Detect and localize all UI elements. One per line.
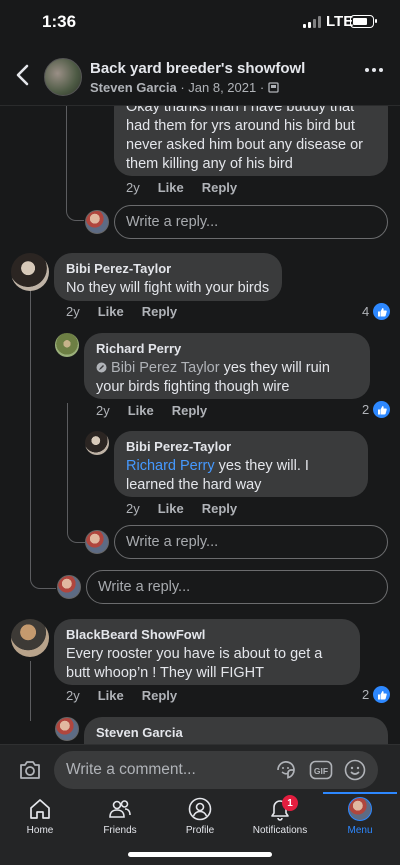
reply-input[interactable]: Write a reply... bbox=[86, 570, 388, 604]
reply-button[interactable]: Reply bbox=[142, 304, 177, 319]
group-avatar[interactable] bbox=[44, 58, 82, 96]
comment-bubble[interactable]: Okay thanks man I have buddy that had th… bbox=[114, 106, 388, 176]
notification-badge: 1 bbox=[282, 795, 298, 811]
comment-actions: 2y Like Reply bbox=[126, 501, 237, 516]
gif-icon[interactable]: GIF bbox=[309, 758, 333, 782]
sticker-icon[interactable] bbox=[274, 758, 298, 782]
avatar[interactable] bbox=[55, 333, 79, 357]
more-options-icon[interactable] bbox=[365, 68, 383, 72]
comment-age: 2y bbox=[66, 688, 80, 703]
reply-button[interactable]: Reply bbox=[202, 501, 237, 516]
reply-button[interactable]: Reply bbox=[142, 688, 177, 703]
commenter-name[interactable]: Steven Garcia bbox=[96, 725, 376, 740]
menu-avatar-icon bbox=[348, 797, 372, 821]
comment-age: 2y bbox=[66, 304, 80, 319]
audience-icon bbox=[268, 82, 279, 93]
tab-menu[interactable]: Menu bbox=[320, 792, 400, 865]
thumbs-up-icon bbox=[373, 686, 391, 703]
comment-actions: 2y Like Reply bbox=[126, 180, 237, 195]
friends-icon bbox=[109, 800, 131, 818]
home-indicator bbox=[128, 852, 272, 857]
avatar[interactable] bbox=[11, 619, 49, 657]
thread-line bbox=[67, 403, 85, 543]
mention-icon bbox=[96, 362, 107, 373]
comment-text: Bibi Perez Taylor yes they will ruin you… bbox=[96, 359, 358, 397]
post-author[interactable]: Steven Garcia bbox=[90, 80, 177, 95]
emoji-icon[interactable] bbox=[343, 758, 367, 782]
avatar bbox=[57, 575, 81, 599]
comment-bubble[interactable]: Richard Perry Bibi Perez Taylor yes they… bbox=[84, 333, 370, 399]
comments-feed[interactable]: Okay thanks man I have buddy that had th… bbox=[0, 106, 400, 744]
avatar[interactable] bbox=[55, 717, 79, 741]
comment-input[interactable]: Write a comment... GIF bbox=[54, 751, 378, 789]
reaction-number: 2 bbox=[362, 402, 370, 417]
thread-line bbox=[30, 661, 31, 721]
like-button[interactable]: Like bbox=[98, 304, 124, 319]
post-meta: Steven Garcia · Jan 8, 2021 · bbox=[90, 80, 279, 95]
thread-line bbox=[30, 284, 56, 589]
mention-name[interactable]: Bibi Perez Taylor bbox=[111, 360, 220, 376]
reaction-number: 4 bbox=[362, 304, 370, 319]
post-header: Back yard breeder's showfowl Steven Garc… bbox=[0, 46, 400, 106]
comment-text: Okay thanks man I have buddy that had th… bbox=[126, 106, 363, 172]
avatar bbox=[85, 530, 109, 554]
reaction-count[interactable]: 2 bbox=[362, 686, 391, 703]
comment-actions: 2y Like Reply bbox=[66, 304, 177, 319]
svg-text:GIF: GIF bbox=[314, 766, 328, 776]
reaction-number: 2 bbox=[362, 687, 370, 702]
comment-age: 2y bbox=[126, 180, 140, 195]
comment-bubble[interactable]: BlackBeard ShowFowl Every rooster you ha… bbox=[54, 619, 360, 685]
camera-icon[interactable] bbox=[18, 759, 42, 781]
tab-label: Friends bbox=[103, 825, 137, 836]
commenter-name[interactable]: Bibi Perez-Taylor bbox=[66, 261, 270, 276]
commenter-name[interactable]: Richard Perry bbox=[96, 341, 358, 356]
thumbs-up-icon bbox=[373, 303, 391, 320]
tab-label: Menu bbox=[347, 825, 373, 836]
comment-bubble[interactable]: Bibi Perez-Taylor No they will fight wit… bbox=[54, 253, 282, 301]
comment-text: No they will fight with your birds bbox=[66, 280, 270, 296]
status-bar: 1:36 LTE bbox=[0, 0, 400, 46]
reaction-count[interactable]: 4 bbox=[362, 303, 391, 320]
comment-placeholder: Write a comment... bbox=[66, 761, 196, 778]
tab-home[interactable]: Home bbox=[0, 794, 80, 865]
avatar bbox=[85, 210, 109, 234]
comment-text: Every rooster you have is about to get a… bbox=[66, 646, 323, 681]
reaction-count[interactable]: 2 bbox=[362, 401, 391, 418]
thread-line bbox=[66, 106, 84, 221]
comment-age: 2y bbox=[96, 403, 110, 418]
post-date: · Jan 8, 2021 · bbox=[180, 80, 265, 95]
avatar[interactable] bbox=[85, 431, 109, 455]
reply-input[interactable]: Write a reply... bbox=[114, 205, 388, 239]
reply-button[interactable]: Reply bbox=[202, 180, 237, 195]
tab-label: Profile bbox=[185, 825, 215, 836]
group-title[interactable]: Back yard breeder's showfowl bbox=[90, 60, 305, 77]
reply-input[interactable]: Write a reply... bbox=[114, 525, 388, 559]
comment-bubble[interactable]: Steven Garcia bbox=[84, 717, 388, 744]
back-arrow-icon[interactable] bbox=[10, 60, 36, 90]
mention-name[interactable]: Richard Perry bbox=[126, 458, 215, 474]
comment-actions: 2y Like Reply bbox=[96, 403, 207, 418]
signal-icon bbox=[303, 16, 321, 28]
battery-icon bbox=[350, 15, 377, 28]
tab-label: Notifications bbox=[252, 825, 308, 836]
thumbs-up-icon bbox=[373, 401, 391, 418]
comment-actions: 2y Like Reply bbox=[66, 688, 177, 703]
commenter-name[interactable]: BlackBeard ShowFowl bbox=[66, 627, 348, 642]
comment-bubble[interactable]: Bibi Perez-Taylor Richard Perry yes they… bbox=[114, 431, 368, 497]
comment-age: 2y bbox=[126, 501, 140, 516]
profile-icon bbox=[188, 797, 212, 821]
home-icon bbox=[30, 799, 50, 819]
like-button[interactable]: Like bbox=[98, 688, 124, 703]
status-time: 1:36 bbox=[42, 12, 77, 31]
reply-button[interactable]: Reply bbox=[172, 403, 207, 418]
like-button[interactable]: Like bbox=[158, 501, 184, 516]
like-button[interactable]: Like bbox=[128, 403, 154, 418]
avatar[interactable] bbox=[11, 253, 49, 291]
commenter-name[interactable]: Bibi Perez-Taylor bbox=[126, 439, 356, 454]
comment-composer: Write a comment... GIF bbox=[0, 744, 400, 794]
tab-label: Home bbox=[26, 825, 54, 836]
comment-text: Richard Perry yes they will. I learned t… bbox=[126, 457, 356, 495]
like-button[interactable]: Like bbox=[158, 180, 184, 195]
